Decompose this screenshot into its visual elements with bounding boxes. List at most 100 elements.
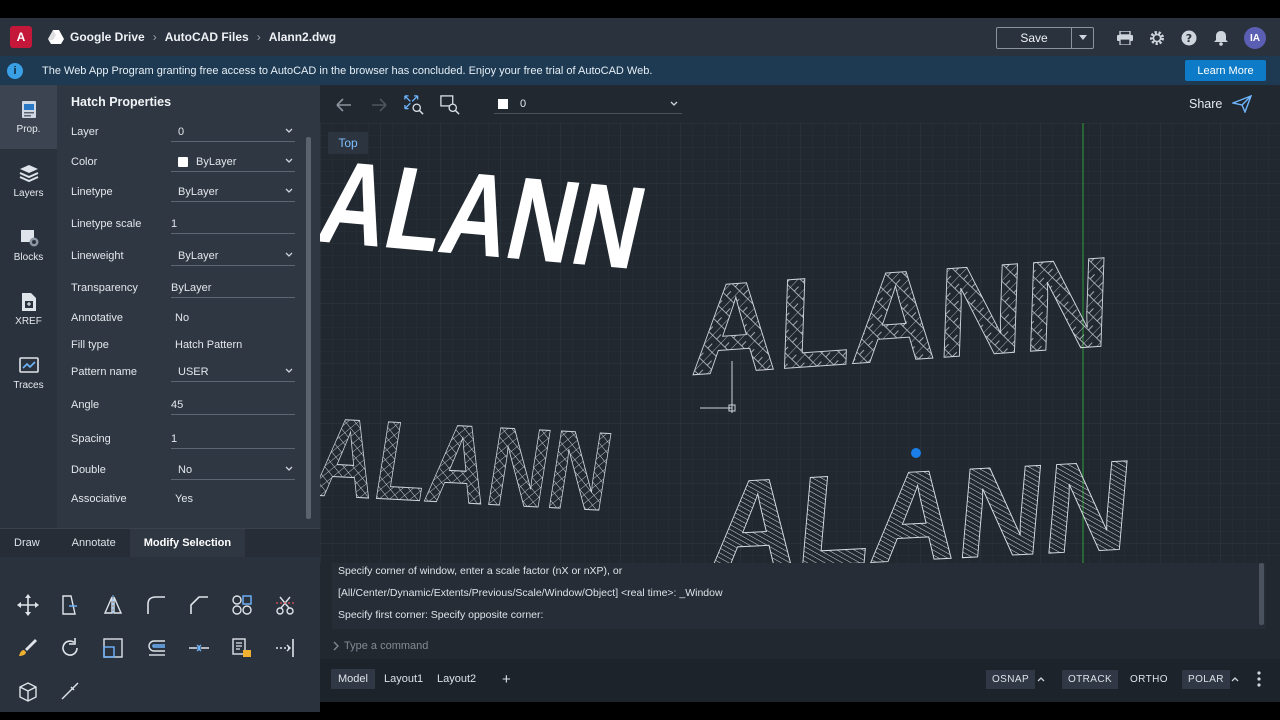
notification-banner: i The Web App Program granting free acce… <box>0 56 1280 85</box>
chevron-up-icon[interactable] <box>1037 676 1045 682</box>
join-tool[interactable] <box>185 634 213 662</box>
save-button[interactable]: Save <box>996 27 1072 49</box>
zoom-window-icon[interactable] <box>440 95 460 115</box>
grip-point[interactable] <box>911 448 921 458</box>
offset-icon <box>148 640 165 656</box>
prop-row-annotative: Annotative No <box>71 304 301 332</box>
rotate-icon <box>62 638 78 656</box>
model-space[interactable]: ALANN ALANN ALANN ALANN <box>320 123 1280 563</box>
fillet-icon <box>147 596 165 614</box>
tab-layout1[interactable]: Layout1 <box>377 669 430 689</box>
command-input[interactable]: Type a command <box>320 633 1280 659</box>
left-rail: Prop. Layers Blocks XREF Traces <box>0 85 57 528</box>
array-tool[interactable] <box>228 591 256 619</box>
prop-value: USER <box>178 365 209 378</box>
explode-tool[interactable] <box>228 634 256 662</box>
rotate-tool[interactable] <box>56 634 84 662</box>
fillet-tool[interactable] <box>142 591 170 619</box>
prop-value: 1 <box>171 432 178 445</box>
chevron-up-icon[interactable] <box>1231 676 1239 682</box>
osnap-toggle[interactable]: OSNAP <box>986 670 1036 689</box>
canvas-toolbar: 0 Share <box>320 85 1280 123</box>
dense-hatch-alann[interactable]: ALANN <box>705 433 1138 563</box>
gear-icon[interactable] <box>1148 29 1166 47</box>
tab-model[interactable]: Model <box>331 669 375 689</box>
bell-icon[interactable] <box>1212 29 1230 47</box>
move-tool[interactable] <box>14 591 42 619</box>
ortho-toggle[interactable]: ORTHO <box>1124 670 1174 689</box>
prop-value: 0 <box>178 125 185 138</box>
chevron-down-icon <box>285 252 293 257</box>
drawing-canvas[interactable]: 0 Share ALANN ALANN ALANN ALANN Top Spec… <box>320 85 1280 702</box>
crumb-autocad-files[interactable]: AutoCAD Files <box>165 30 249 44</box>
traces-icon <box>18 356 39 373</box>
trim-tool[interactable] <box>271 591 299 619</box>
paper-plane-icon <box>1232 95 1253 113</box>
patch-hatch-alann[interactable]: ALANN <box>689 230 1114 404</box>
redo-icon[interactable] <box>369 95 389 115</box>
transparency-input[interactable]: ByLayer <box>171 278 295 298</box>
tab-layout2[interactable]: Layout2 <box>430 669 483 689</box>
lineweight-select[interactable]: ByLayer <box>171 246 295 266</box>
share-label: Share <box>1189 97 1223 111</box>
fill-type-value: Hatch Pattern <box>171 335 295 355</box>
help-icon[interactable]: ? <box>1180 29 1198 47</box>
command-history-line: [All/Center/Dynamic/Extents/Previous/Sca… <box>338 587 723 599</box>
crumb-google-drive[interactable]: Google Drive <box>70 30 145 44</box>
zoom-extents-icon[interactable] <box>404 95 424 115</box>
prop-label: Linetype scale <box>71 218 142 230</box>
spacing-input[interactable]: 1 <box>171 429 295 449</box>
layer-dropdown[interactable]: 0 <box>494 94 682 114</box>
share-button[interactable]: Share <box>1189 95 1253 113</box>
3d-box-tool[interactable] <box>14 677 42 705</box>
cross-hatch-alann[interactable]: ALANN <box>320 393 621 534</box>
avatar[interactable]: IA <box>1244 27 1266 49</box>
panel-scrollbar[interactable] <box>306 137 311 519</box>
prop-row-lineweight: Lineweight ByLayer <box>71 242 301 270</box>
tab-modify-selection[interactable]: Modify Selection <box>129 529 246 557</box>
chamfer-tool[interactable] <box>185 591 213 619</box>
rail-item-properties[interactable]: Prop. <box>0 85 57 149</box>
scale-tool[interactable] <box>99 634 127 662</box>
linetype-scale-input[interactable]: 1 <box>171 214 295 234</box>
more-options-icon[interactable] <box>1257 671 1261 687</box>
match-properties-tool[interactable] <box>14 634 42 662</box>
print-icon[interactable] <box>1116 29 1134 47</box>
angle-input[interactable]: 45 <box>171 395 295 415</box>
copy-tool[interactable] <box>56 591 84 619</box>
mirror-tool[interactable] <box>99 591 127 619</box>
rail-item-xref[interactable]: XREF <box>0 277 57 341</box>
blocks-icon <box>20 229 38 246</box>
solid-alann-text[interactable]: ALANN <box>320 137 657 294</box>
add-layout-button[interactable]: + <box>495 669 518 689</box>
offset-tool[interactable] <box>142 634 170 662</box>
drawing-text: ALANN <box>689 230 1113 403</box>
prop-value: No <box>178 463 193 476</box>
rail-label: Traces <box>13 379 44 391</box>
autocad-logo[interactable]: A <box>10 26 32 48</box>
undo-icon[interactable] <box>334 95 354 115</box>
rail-item-blocks[interactable]: Blocks <box>0 213 57 277</box>
rail-item-traces[interactable]: Traces <box>0 341 57 405</box>
prop-row-spacing: Spacing 1 <box>71 425 301 453</box>
save-dropdown-button[interactable] <box>1072 27 1094 49</box>
otrack-toggle[interactable]: OTRACK <box>1062 670 1119 689</box>
polar-toggle[interactable]: POLAR <box>1182 670 1230 689</box>
learn-more-button[interactable]: Learn More <box>1185 60 1266 81</box>
tab-draw[interactable]: Draw <box>0 529 54 557</box>
erase-tool[interactable] <box>56 677 84 705</box>
tab-annotate[interactable]: Annotate <box>54 529 130 557</box>
color-select[interactable]: ByLayer <box>171 152 295 172</box>
layer-select[interactable]: 0 <box>171 122 295 142</box>
view-label[interactable]: Top <box>328 132 368 154</box>
command-scrollbar[interactable] <box>1259 563 1264 625</box>
extend-tool[interactable] <box>271 634 299 662</box>
pattern-name-select[interactable]: USER <box>171 362 295 382</box>
rail-item-layers[interactable]: Layers <box>0 149 57 213</box>
rail-label: Blocks <box>13 251 44 263</box>
chevron-down-icon <box>1078 35 1087 40</box>
double-select[interactable]: No <box>171 460 295 480</box>
linetype-select[interactable]: ByLayer <box>171 182 295 202</box>
prop-row-fill-type: Fill type Hatch Pattern <box>71 331 301 359</box>
prop-row-pattern-name: Pattern name USER <box>71 358 301 386</box>
